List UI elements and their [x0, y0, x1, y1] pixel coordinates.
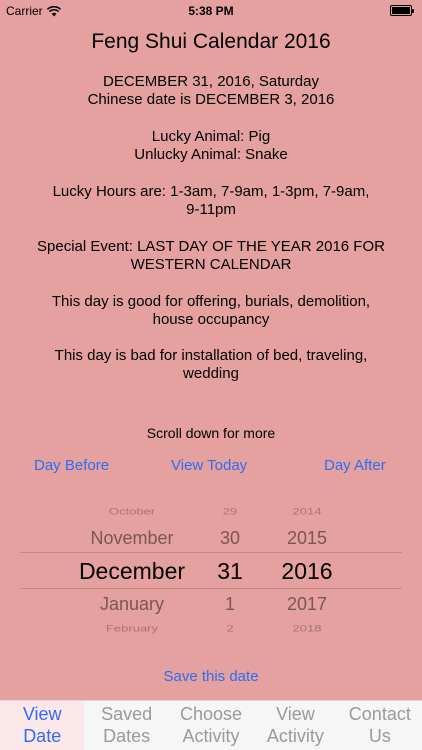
day-after-button[interactable]: Day After	[324, 457, 386, 474]
tab-label-line1: View	[276, 704, 315, 724]
day-selected[interactable]: 31	[202, 558, 258, 585]
day-option[interactable]: 1	[202, 594, 258, 615]
lucky-animal: Lucky Animal: Pig	[151, 128, 271, 145]
date-picker[interactable]: October November December January Februa…	[0, 500, 422, 640]
tab-label-line2: Activity	[266, 726, 324, 746]
month-option[interactable]: November	[66, 528, 198, 549]
day-option[interactable]: 2	[202, 623, 258, 634]
status-time: 5:38 PM	[188, 4, 234, 18]
status-bar: Carrier 5:38 PM	[0, 0, 422, 22]
good-for-line2: house occupancy	[152, 311, 270, 328]
tab-label-line1: Saved	[101, 704, 153, 724]
year-option[interactable]: 2017	[262, 594, 352, 615]
lucky-hours-line2: 9-11pm	[186, 201, 236, 218]
month-selected[interactable]: December	[66, 558, 198, 585]
page-title: Feng Shui Calendar 2016	[91, 30, 331, 53]
bad-for-line1: This day is bad for installation of bed,…	[54, 347, 368, 364]
tab-choose-activity[interactable]: Choose Activity	[169, 701, 253, 750]
save-date-button[interactable]: Save this date	[0, 668, 422, 685]
day-option[interactable]: 29	[202, 506, 258, 517]
tab-label-line2: Date	[23, 726, 62, 746]
month-option[interactable]: February	[66, 623, 198, 634]
tab-label-line1: Choose	[179, 704, 243, 724]
month-wheel[interactable]: October November December January Februa…	[66, 500, 198, 640]
year-option[interactable]: 2018	[262, 623, 352, 634]
tab-label-line1: View	[22, 704, 62, 724]
year-selected[interactable]: 2016	[262, 558, 352, 585]
tab-bar: View Date Saved Dates Choose Activity Vi…	[0, 700, 422, 750]
tab-label-line2: Dates	[103, 726, 151, 746]
scroll-hint: Scroll down for more	[146, 425, 276, 441]
special-event-line1: Special Event: LAST DAY OF THE YEAR 2016…	[37, 238, 385, 255]
year-option[interactable]: 2015	[262, 528, 352, 549]
tab-label-line2: Us	[368, 726, 391, 746]
day-option[interactable]: 30	[202, 528, 258, 549]
chinese-date: Chinese date is DECEMBER 3, 2016	[87, 91, 335, 108]
good-for-line1: This day is good for offering, burials, …	[51, 293, 371, 310]
year-wheel[interactable]: 2014 2015 2016 2017 2018	[262, 500, 352, 640]
tab-saved-dates[interactable]: Saved Dates	[84, 701, 168, 750]
month-option[interactable]: October	[66, 506, 198, 517]
year-option[interactable]: 2014	[262, 506, 352, 517]
lucky-hours-line1: Lucky Hours are: 1-3am, 7-9am, 1-3pm, 7-…	[52, 183, 370, 200]
tab-label-line1: Contact	[348, 704, 411, 724]
western-date: DECEMBER 31, 2016, Saturday	[103, 73, 319, 90]
special-event-line2: WESTERN CALENDAR	[130, 256, 292, 273]
tab-contact-us[interactable]: Contact Us	[338, 701, 422, 750]
tab-view-date[interactable]: View Date	[0, 701, 85, 750]
view-today-button[interactable]: View Today	[171, 457, 247, 474]
tab-view-activity[interactable]: View Activity	[253, 701, 337, 750]
unlucky-animal: Unlucky Animal: Snake	[134, 146, 288, 163]
battery-icon	[390, 5, 414, 16]
day-wheel[interactable]: 29 30 31 1 2	[202, 500, 258, 640]
day-before-button[interactable]: Day Before	[34, 457, 109, 474]
tab-label-line2: Activity	[182, 726, 240, 746]
month-option[interactable]: January	[66, 594, 198, 615]
bad-for-line2: wedding	[183, 365, 239, 382]
